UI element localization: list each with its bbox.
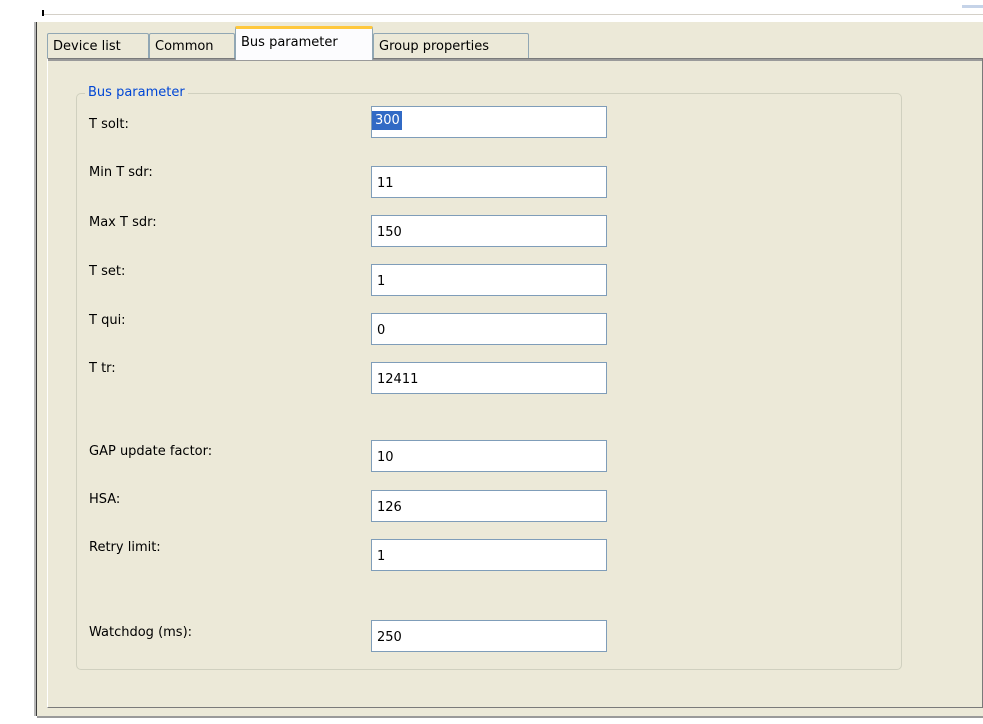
max-t-sdr-input[interactable]: [371, 215, 607, 247]
t-solt-input[interactable]: [371, 106, 607, 138]
panel-top-border: [48, 59, 982, 61]
tab-bus-parameter[interactable]: Bus parameter: [235, 26, 373, 60]
t-tr-label: T tr:: [89, 361, 116, 376]
gap-update-factor-label: GAP update factor:: [89, 444, 213, 459]
window-bottom-border: [37, 716, 983, 718]
tab-panel-bus-parameter: Bus parameter T solt: 300 Min T sdr: Max…: [47, 58, 983, 708]
t-solt-value: 300: [375, 113, 400, 128]
t-set-input[interactable]: [371, 264, 607, 296]
bus-parameter-groupbox: Bus parameter T solt: 300 Min T sdr: Max…: [76, 84, 902, 670]
retry-limit-input[interactable]: [371, 539, 607, 571]
t-qui-label: T qui:: [89, 313, 126, 328]
tab-common[interactable]: Common: [149, 33, 235, 58]
top-tick-mark: [42, 10, 44, 16]
gap-update-factor-input[interactable]: [371, 440, 607, 472]
retry-limit-label: Retry limit:: [89, 540, 161, 555]
watchdog-input[interactable]: [371, 620, 607, 652]
t-set-label: T set:: [89, 264, 126, 279]
max-t-sdr-label: Max T sdr:: [89, 215, 157, 230]
t-qui-input[interactable]: [371, 313, 607, 345]
min-t-sdr-input[interactable]: [371, 166, 607, 198]
tab-device-list[interactable]: Device list: [47, 33, 149, 58]
groupbox-title: Bus parameter: [85, 84, 188, 102]
hsa-label: HSA:: [89, 492, 121, 507]
dialog-window: Device list Common Bus parameter Group p…: [36, 22, 983, 716]
t-solt-label: T solt:: [89, 117, 129, 132]
min-t-sdr-label: Min T sdr:: [89, 165, 153, 180]
corner-scroll-mark: [962, 5, 983, 8]
tab-group-properties[interactable]: Group properties: [373, 33, 529, 58]
screen: Device list Common Bus parameter Group p…: [0, 0, 983, 724]
top-divider: [44, 14, 983, 15]
watchdog-label: Watchdog (ms):: [89, 625, 193, 640]
hsa-input[interactable]: [371, 490, 607, 522]
t-tr-input[interactable]: [371, 362, 607, 394]
